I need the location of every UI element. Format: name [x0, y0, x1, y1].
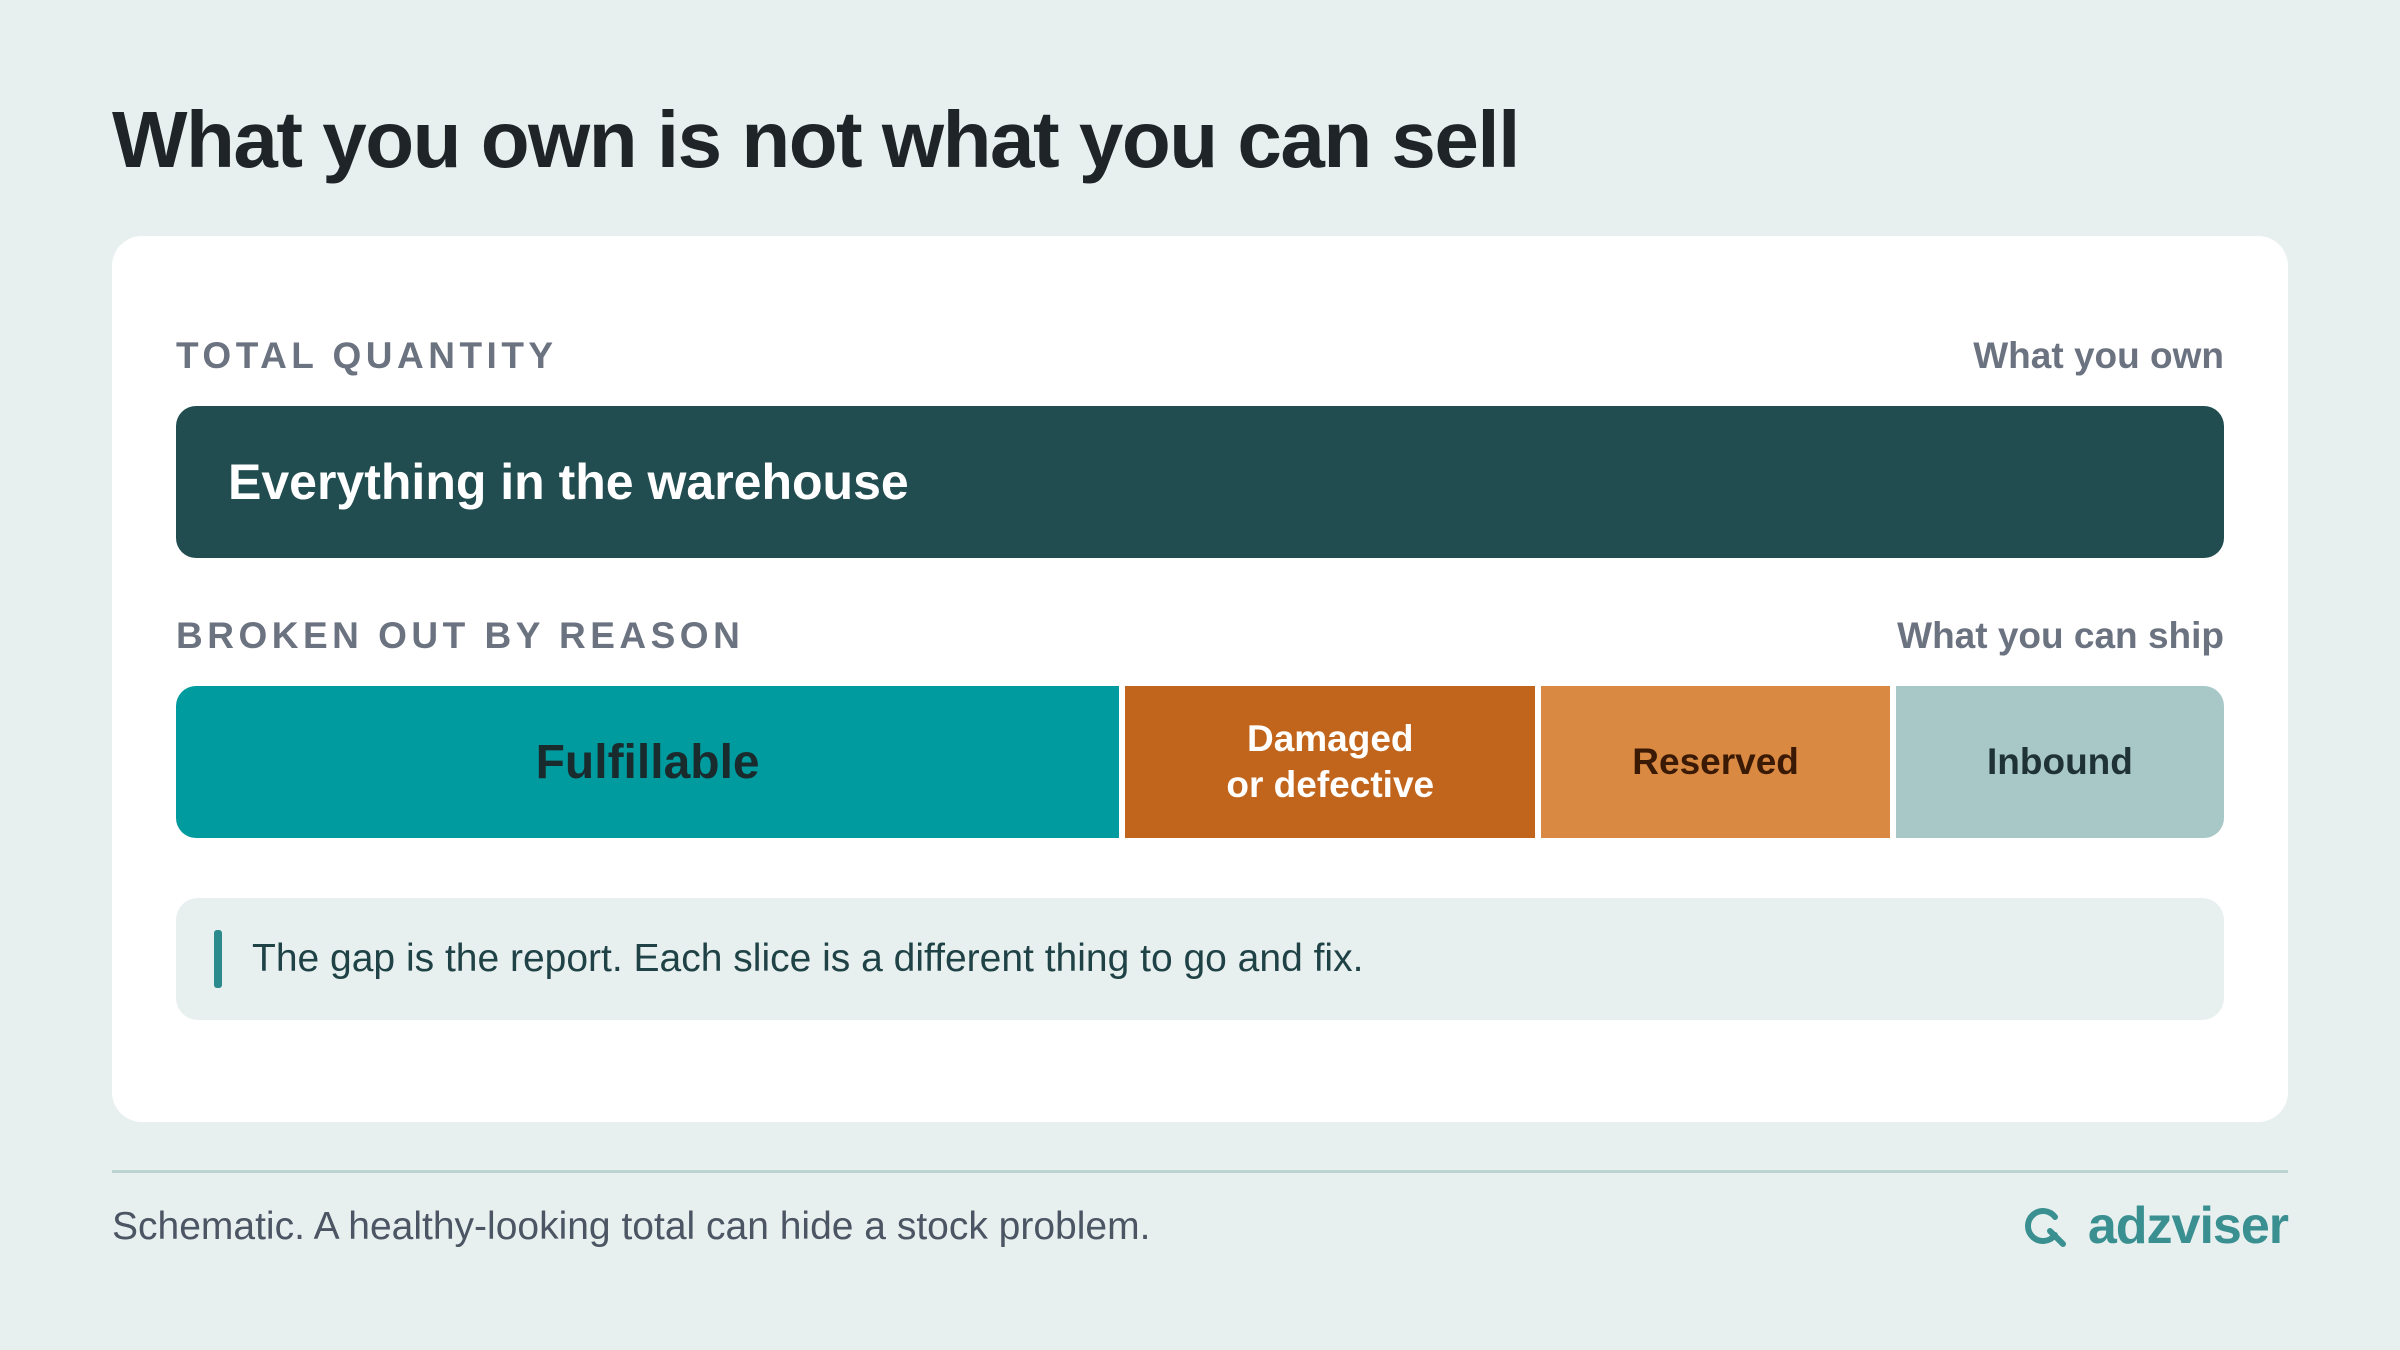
- footer-divider: [112, 1170, 2288, 1173]
- diagram-card: TOTAL QUANTITY What you own Everything i…: [112, 236, 2288, 1122]
- brand-name: adzviser: [2087, 1197, 2289, 1255]
- segment-inbound: Inbound: [1895, 686, 2224, 838]
- total-quantity-note: What you own: [1973, 335, 2224, 376]
- callout-accent-bar: [214, 930, 222, 988]
- segment-reserved: Reserved: [1541, 686, 1890, 838]
- segment-damaged-or-defective: Damaged or defective: [1125, 686, 1536, 838]
- breakdown-bar: Fulfillable Damaged or defective Reserve…: [176, 686, 2224, 838]
- brand-logo: adzviser: [2022, 1196, 2289, 1256]
- breakdown-label: BROKEN OUT BY REASON: [176, 615, 745, 656]
- total-bar-label: Everything in the warehouse: [228, 454, 909, 510]
- page-title: What you own is not what you can sell: [112, 95, 1520, 184]
- breakdown-note: What you can ship: [1897, 615, 2224, 656]
- total-quantity-label: TOTAL QUANTITY: [176, 335, 558, 376]
- callout-text: The gap is the report. Each slice is a d…: [252, 937, 1364, 980]
- total-quantity-bar: Everything in the warehouse: [176, 406, 2224, 558]
- footer-note: Schematic. A healthy-looking total can h…: [112, 1205, 1151, 1248]
- magnifier-logo-icon: [2024, 1208, 2066, 1247]
- segment-fulfillable: Fulfillable: [176, 686, 1120, 838]
- callout-box: The gap is the report. Each slice is a d…: [176, 898, 2224, 1020]
